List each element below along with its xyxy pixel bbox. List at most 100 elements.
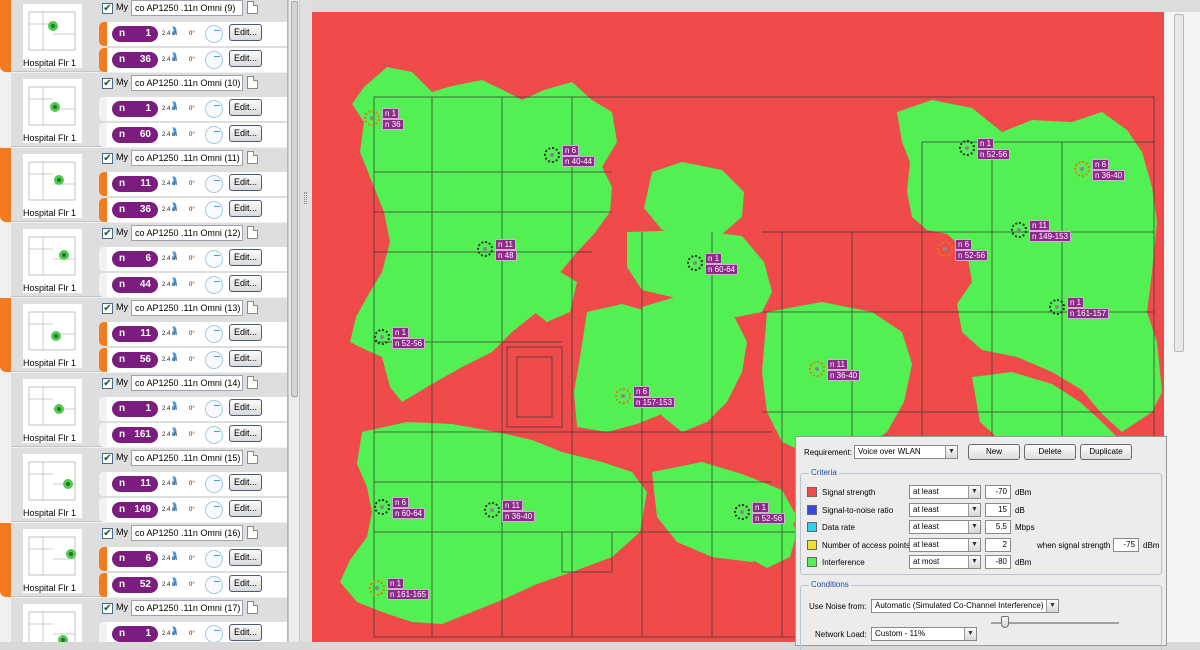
access-point-marker[interactable]: [484, 502, 500, 518]
criteria-value-field[interactable]: 15: [985, 502, 1011, 517]
ap-visible-checkbox[interactable]: ✔: [102, 453, 113, 464]
band-channel-badge[interactable]: n 11: [112, 476, 158, 492]
document-icon[interactable]: [247, 376, 258, 389]
new-button[interactable]: New: [968, 444, 1020, 460]
access-point-marker[interactable]: [544, 147, 560, 163]
edit-radio-button[interactable]: Edit...: [229, 24, 262, 41]
edit-radio-button[interactable]: Edit...: [229, 425, 262, 442]
ap-channel-label[interactable]: n 11 n 36-40: [827, 359, 861, 381]
radio-row[interactable]: n 36 2.4 m ))) 0° Edit...: [99, 198, 287, 222]
edit-radio-button[interactable]: Edit...: [229, 275, 262, 292]
ap-name-field[interactable]: co AP1250 .11n Omni (14): [131, 375, 243, 391]
ap-visible-checkbox[interactable]: ✔: [102, 378, 113, 389]
ap-channel-label[interactable]: n 1n 52-56: [752, 502, 786, 524]
band-channel-badge[interactable]: n 11: [112, 176, 158, 192]
ap-channel-label[interactable]: n 11 n 48: [495, 239, 517, 261]
band-channel-badge[interactable]: n 56: [112, 352, 158, 368]
ap-card[interactable]: Hospital Flr 1 ✔ My co AP1250 .11n Omni …: [0, 298, 287, 372]
radio-row[interactable]: n 1 2.4 m ))) 0° Edit...: [99, 622, 287, 642]
access-point-marker[interactable]: [374, 499, 390, 515]
access-point-marker[interactable]: [734, 504, 750, 520]
edit-radio-button[interactable]: Edit...: [229, 200, 262, 217]
ap-card[interactable]: Hospital Flr 1 ✔ My co AP1250 .11n Omni …: [0, 373, 287, 447]
ap-card[interactable]: Hospital Flr 1 ✔ My co AP1250 .11n Omni …: [0, 448, 287, 522]
document-icon[interactable]: [247, 601, 258, 614]
orientation-dial-icon[interactable]: [205, 25, 223, 43]
access-point-marker[interactable]: [369, 580, 385, 596]
edit-radio-button[interactable]: Edit...: [229, 575, 262, 592]
band-channel-badge[interactable]: n 149: [112, 502, 158, 518]
ap-channel-label[interactable]: n 1n 161-157: [1067, 297, 1110, 319]
band-channel-badge[interactable]: n 60: [112, 127, 158, 143]
orientation-dial-icon[interactable]: [205, 100, 223, 118]
orientation-dial-icon[interactable]: [205, 550, 223, 568]
panel-splitter[interactable]: [300, 0, 312, 642]
radio-row[interactable]: n 6 2.4 m ))) 0° Edit...: [99, 247, 287, 271]
document-icon[interactable]: [247, 301, 258, 314]
criteria-operator-select[interactable]: at most ▼: [909, 555, 981, 569]
floor-thumbnail[interactable]: Hospital Flr 1: [23, 304, 82, 368]
duplicate-button[interactable]: Duplicate: [1080, 444, 1132, 460]
ap-visible-checkbox[interactable]: ✔: [102, 303, 113, 314]
access-point-marker[interactable]: [1049, 299, 1065, 315]
edit-radio-button[interactable]: Edit...: [229, 350, 262, 367]
ap-name-field[interactable]: co AP1250 .11n Omni (13): [131, 300, 243, 316]
band-channel-badge[interactable]: n 11: [112, 326, 158, 342]
ap-visible-checkbox[interactable]: ✔: [102, 528, 113, 539]
orientation-dial-icon[interactable]: [205, 351, 223, 369]
radio-row[interactable]: n 52 2.4 m ))) 0° Edit...: [99, 573, 287, 597]
ap-list-scroll-thumb[interactable]: [291, 1, 298, 397]
orientation-dial-icon[interactable]: [205, 250, 223, 268]
edit-radio-button[interactable]: Edit...: [229, 399, 262, 416]
ap-channel-label[interactable]: n 11 n 149-153: [1029, 220, 1072, 242]
access-point-marker[interactable]: [809, 361, 825, 377]
orientation-dial-icon[interactable]: [205, 51, 223, 69]
access-point-marker[interactable]: [959, 140, 975, 156]
ap-name-field[interactable]: co AP1250 .11n Omni (10): [131, 75, 243, 91]
orientation-dial-icon[interactable]: [205, 201, 223, 219]
edit-radio-button[interactable]: Edit...: [229, 500, 262, 517]
floor-thumbnail[interactable]: Hospital Flr 1: [23, 4, 82, 68]
network-load-select[interactable]: Custom - 11% ▼: [871, 627, 977, 641]
ap-visible-checkbox[interactable]: ✔: [102, 78, 113, 89]
edit-radio-button[interactable]: Edit...: [229, 99, 262, 116]
ap-card[interactable]: Hospital Flr 1 ✔ My co AP1250 .11n Omni …: [0, 73, 287, 147]
band-channel-badge[interactable]: n 36: [112, 52, 158, 68]
requirement-select[interactable]: Voice over WLAN ▼: [854, 445, 958, 459]
radio-row[interactable]: n 11 2.4 m ))) 0° Edit...: [99, 172, 287, 196]
access-point-marker[interactable]: [1011, 222, 1027, 238]
radio-row[interactable]: n 60 2.4 m ))) 0° Edit...: [99, 123, 287, 147]
orientation-dial-icon[interactable]: [205, 175, 223, 193]
orientation-dial-icon[interactable]: [205, 126, 223, 144]
floor-thumbnail[interactable]: Hospital Flr 1: [23, 229, 82, 293]
edit-radio-button[interactable]: Edit...: [229, 324, 262, 341]
edit-radio-button[interactable]: Edit...: [229, 249, 262, 266]
access-point-marker[interactable]: [937, 241, 953, 257]
ap-channel-label[interactable]: n 6n 157-153: [633, 386, 676, 408]
band-channel-badge[interactable]: n 1: [112, 626, 158, 642]
radio-row[interactable]: n 1 2.4 m ))) 0° Edit...: [99, 397, 287, 421]
criteria-operator-select[interactable]: at least ▼: [909, 485, 981, 499]
orientation-dial-icon[interactable]: [205, 276, 223, 294]
edit-radio-button[interactable]: Edit...: [229, 474, 262, 491]
ap-channel-label[interactable]: n 6n 36-40: [1092, 159, 1126, 181]
radio-row[interactable]: n 6 2.4 m ))) 0° Edit...: [99, 547, 287, 571]
ap-channel-label[interactable]: n 1n 52-56: [977, 138, 1011, 160]
ap-channel-label[interactable]: n 1n 161-165: [387, 578, 430, 600]
ap-channel-label[interactable]: n 1n 52-56: [392, 327, 426, 349]
delete-button[interactable]: Delete: [1024, 444, 1076, 460]
edit-radio-button[interactable]: Edit...: [229, 174, 262, 191]
orientation-dial-icon[interactable]: [205, 576, 223, 594]
edit-radio-button[interactable]: Edit...: [229, 549, 262, 566]
ap-card[interactable]: Hospital Flr 1 ✔ My co AP1250 .11n Omni …: [0, 223, 287, 297]
orientation-dial-icon[interactable]: [205, 501, 223, 519]
edit-radio-button[interactable]: Edit...: [229, 624, 262, 641]
ap-card[interactable]: Hospital Flr 1 ✔ My co AP1250 .11n Omni …: [0, 148, 287, 222]
criteria-operator-select[interactable]: at least ▼: [909, 520, 981, 534]
band-channel-badge[interactable]: n 6: [112, 551, 158, 567]
floor-thumbnail[interactable]: Hospital Flr 1: [23, 79, 82, 143]
band-channel-badge[interactable]: n 1: [112, 401, 158, 417]
ap-list-scrollbar[interactable]: [288, 0, 300, 642]
access-point-marker[interactable]: [364, 110, 380, 126]
ap-name-field[interactable]: co AP1250 .11n Omni (15): [131, 450, 243, 466]
